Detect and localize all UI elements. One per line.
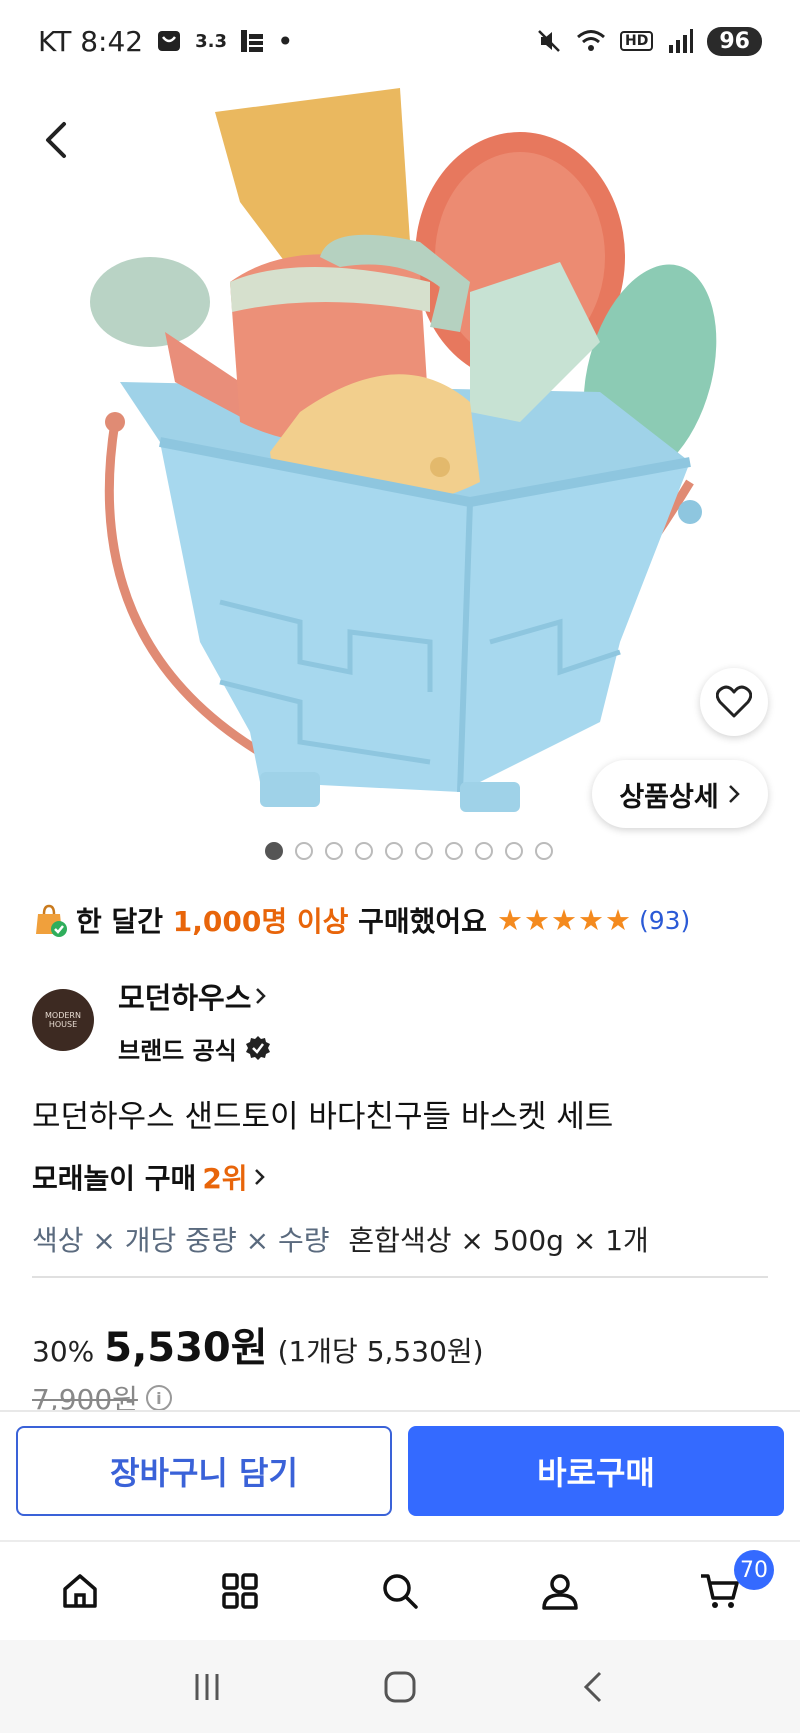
star-icon: ★ (604, 902, 631, 937)
chevron-left-icon (46, 122, 66, 158)
purchase-action-bar: 장바구니 담기 바로구매 (0, 1410, 800, 1540)
app-badge: 3.3 (195, 30, 227, 52)
star-icon: ★ (496, 902, 523, 937)
brand-section: MODERN HOUSE 모던하우스 브랜드 공식 (32, 970, 772, 1070)
pagination-dot (445, 842, 463, 860)
buy-now-button[interactable]: 바로구매 (408, 1426, 784, 1516)
chevron-right-icon (254, 1169, 265, 1185)
brand-official-badge: 브랜드 공식 (118, 1031, 271, 1066)
review-count[interactable]: (93) (639, 906, 690, 935)
option-labels: 색상 × 개당 중량 × 수량 (32, 1224, 330, 1257)
nav-cart[interactable]: 70 (640, 1542, 800, 1640)
rating-stars: ★ ★ ★ ★ ★ (496, 902, 631, 937)
home-icon (63, 1574, 97, 1608)
divider (32, 1276, 768, 1278)
system-navigation-bar (0, 1640, 800, 1733)
hd-voice-icon: HD (620, 31, 654, 51)
star-icon: ★ (577, 902, 604, 937)
rank-category: 모래놀이 구매 (32, 1162, 197, 1195)
shopping-bag-app-icon (157, 29, 181, 53)
signal-icon (667, 29, 694, 53)
back-arrow-icon (584, 1671, 602, 1702)
pagination-dot (265, 842, 283, 860)
mute-icon (536, 28, 562, 54)
brand-name-link[interactable]: 모던하우스 (118, 975, 271, 1017)
price-row: 30% 5,530원 (1개당 5,530원) (32, 1315, 484, 1373)
info-icon[interactable]: i (145, 1385, 172, 1411)
chevron-right-icon (256, 987, 267, 1004)
back-button[interactable] (36, 118, 80, 162)
option-values: 혼합색상 × 500g × 1개 (348, 1224, 649, 1257)
purchase-prefix: 한 달간 (76, 905, 164, 938)
user-icon (542, 1574, 578, 1610)
pagination-dot (415, 842, 433, 860)
pagination-dot (385, 842, 403, 860)
bottom-navigation: 70 (0, 1540, 800, 1640)
home-square-icon (384, 1671, 416, 1702)
heart-icon (716, 685, 752, 718)
final-price: 5,530원 (104, 1325, 268, 1371)
product-title: 모던하우스 샌드토이 바다친구들 바스켓 세트 (32, 1099, 614, 1135)
star-icon: ★ (550, 902, 577, 937)
product-detail-button[interactable]: 상품상세 (592, 760, 768, 828)
notification-dot: • (276, 24, 294, 58)
wishlist-button[interactable] (700, 668, 768, 736)
verified-check-icon (245, 1036, 270, 1060)
home-system-button[interactable] (370, 1657, 430, 1717)
purchase-suffix: 구매했어요 (358, 905, 487, 938)
nav-category[interactable] (160, 1542, 320, 1640)
recent-apps-icon (195, 1673, 219, 1700)
pagination-dot (475, 842, 493, 860)
pagination-dot (505, 842, 523, 860)
selected-options[interactable]: 색상 × 개당 중량 × 수량 혼합색상 × 500g × 1개 (32, 1219, 649, 1259)
add-to-cart-button[interactable]: 장바구니 담기 (16, 1426, 392, 1516)
pagination-dot (535, 842, 553, 860)
purchase-count: 1,000명 이상 (172, 905, 349, 938)
category-rank-link[interactable]: 모래놀이 구매 2위 (32, 1157, 266, 1197)
pagination-dot (355, 842, 373, 860)
battery-indicator: 96 (707, 26, 762, 56)
brand-logo[interactable]: MODERN HOUSE (32, 989, 94, 1051)
shopping-bag-check-icon (36, 904, 67, 937)
star-icon: ★ (523, 902, 550, 937)
recent-apps-button[interactable] (177, 1657, 237, 1717)
pagination-dot (295, 842, 313, 860)
discount-rate: 30% (32, 1335, 95, 1368)
brand-official-label: 브랜드 공식 (118, 1036, 237, 1065)
nav-home[interactable] (0, 1542, 160, 1640)
brand-logo-text: MODERN HOUSE (45, 1011, 81, 1029)
unit-price: (1개당 5,530원) (277, 1335, 484, 1368)
search-icon (383, 1574, 418, 1609)
image-pagination-dots (0, 842, 800, 860)
wifi-icon (576, 28, 606, 54)
back-system-button[interactable] (563, 1657, 623, 1717)
rank-position: 2위 (202, 1162, 248, 1195)
chevron-right-icon (728, 785, 740, 803)
product-detail-label: 상품상세 (619, 781, 719, 813)
brand-name: 모던하우스 (118, 980, 252, 1015)
nav-my-account[interactable] (480, 1542, 640, 1640)
purchase-stats: 한 달간 1,000명 이상 구매했어요 ★ ★ ★ ★ ★ (93) (32, 900, 792, 940)
grid-icon (222, 1573, 258, 1609)
status-bar: KT 8:42 3.3 • HD 96 (0, 0, 800, 82)
grid-app-icon (240, 30, 263, 52)
pagination-dot (325, 842, 343, 860)
cart-count-badge: 70 (734, 1550, 774, 1590)
nav-search[interactable] (320, 1542, 480, 1640)
carrier-time: KT 8:42 (38, 24, 144, 58)
